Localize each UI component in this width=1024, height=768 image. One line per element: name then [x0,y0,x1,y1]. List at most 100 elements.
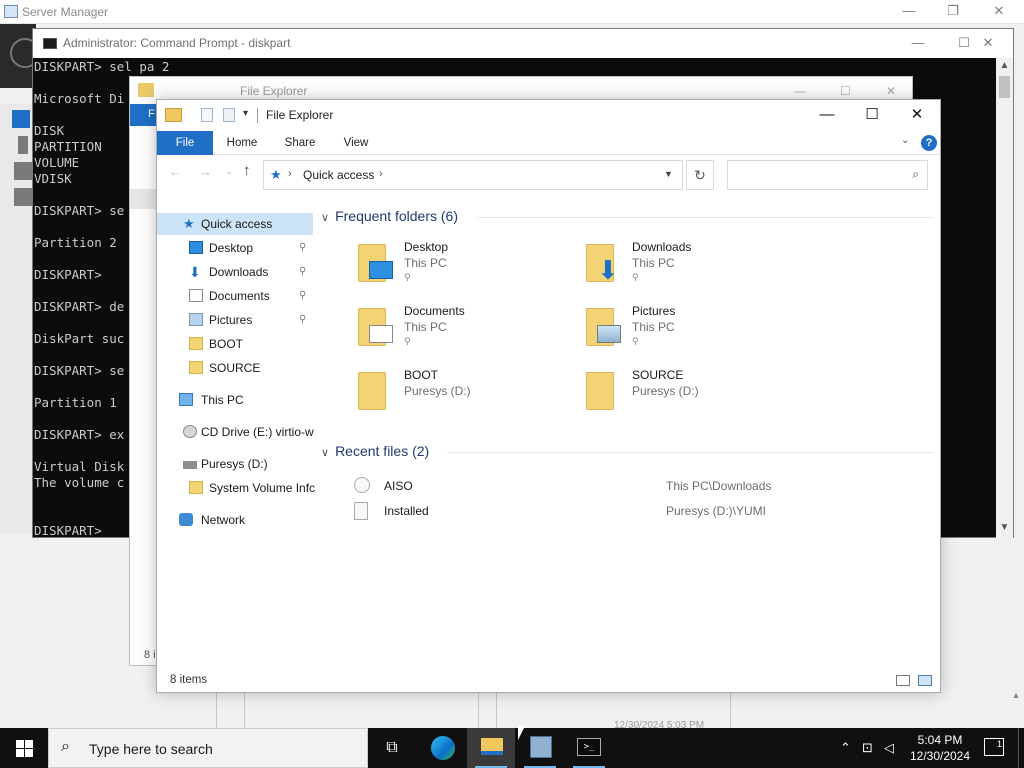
cmd-close-button[interactable]: ✕ [965,29,1011,58]
sm-minimize-button[interactable]: — [886,0,932,24]
breadcrumb-chevron-icon[interactable]: › [379,168,383,180]
text-file-icon [354,502,368,520]
recent-file-row[interactable]: AISO This PC\Downloads [354,474,914,498]
ghost-title: File Explorer [240,84,308,98]
customize-qat-icon[interactable]: ▾ [243,108,248,119]
explorer-titlebar[interactable]: ▾ File Explorer — ☐ ✕ [157,100,940,130]
breadcrumb-chevron-icon[interactable]: › [288,168,292,180]
scroll-thumb[interactable] [999,76,1010,98]
sm-local-server-icon[interactable] [18,136,28,154]
folder-location: This PC [404,320,447,334]
recent-locations-button[interactable]: ⌄ [225,166,233,177]
sm-file-services-icon[interactable] [14,188,32,206]
pin-icon[interactable]: ⚲ [299,285,306,307]
nav-item[interactable]: Pictures ⚲ [157,309,313,331]
clock[interactable]: 5:04 PM 12/30/2024 [906,732,974,764]
nav-item[interactable]: ★ Quick access [157,213,313,235]
column-divider [496,692,497,728]
new-folder-icon[interactable] [223,108,235,122]
tab-share[interactable]: Share [271,131,329,155]
scroll-down-arrow[interactable]: ▼ [996,522,1013,533]
nav-item[interactable]: Documents ⚲ [157,285,313,307]
nav-item[interactable]: BOOT [157,333,313,355]
pin-icon[interactable]: ⚲ [632,272,639,283]
pin-icon[interactable]: ⚲ [299,237,306,259]
sm-close-button[interactable]: ✕ [976,0,1022,24]
folder-tile[interactable]: ⬇ Downloads This PC ⚲ [586,240,806,296]
nav-item-label: Puresys (D:) [201,457,268,471]
pin-icon[interactable]: ⚲ [632,336,639,347]
details-view-icon[interactable] [896,675,910,686]
folder-name: Desktop [404,240,449,254]
show-desktop-button[interactable] [1018,728,1024,768]
ghost-maximize-button[interactable]: ☐ [840,84,851,98]
folder-tile[interactable]: BOOT Puresys (D:) [358,368,578,424]
large-icons-view-icon[interactable] [918,675,932,686]
scroll-up-arrow[interactable]: ▲ [996,60,1013,71]
notification-center-icon[interactable]: 1 [984,738,1004,756]
folder-tile[interactable]: Documents This PC ⚲ [358,304,578,360]
ghost-close-button[interactable]: ✕ [886,84,896,98]
sm-maximize-button[interactable]: ❐ [930,0,976,24]
folder-tile[interactable]: SOURCE Puresys (D:) [586,368,806,424]
start-button[interactable] [0,728,48,768]
breadcrumb-quick-access[interactable]: Quick access [303,168,374,182]
network-icon[interactable]: ⊡ [862,740,873,756]
address-bar[interactable]: ★ › Quick access › ▼ [263,160,683,190]
folder-tile[interactable]: Desktop This PC ⚲ [358,240,578,296]
folder-tile[interactable]: Pictures This PC ⚲ [586,304,806,360]
taskbar: ⌕ Type here to search ⧉ >_ ⌃ ⊡ ◁ 5:04 PM… [0,728,1024,768]
cmd-titlebar[interactable]: Administrator: Command Prompt - diskpart… [33,29,1013,58]
tab-file[interactable]: File [157,131,213,155]
folder-icon [586,308,621,346]
task-view-button[interactable]: ⧉ [368,728,416,768]
refresh-button[interactable]: ↻ [686,160,714,190]
chevron-down-icon[interactable]: ∨ [321,212,329,224]
nav-item[interactable]: System Volume Infc [157,477,315,499]
nav-item[interactable]: Desktop ⚲ [157,237,313,259]
tab-view[interactable]: View [329,131,383,155]
nav-item[interactable]: ⬇ Downloads ⚲ [157,261,313,283]
back-button[interactable]: ← [169,164,182,179]
nav-item[interactable]: SOURCE [157,357,313,379]
close-button[interactable]: ✕ [894,100,940,130]
up-button[interactable]: ↑ [243,162,251,179]
address-dropdown-icon[interactable]: ▼ [664,169,673,179]
file-explorer-window[interactable]: ▾ File Explorer — ☐ ✕ File Home Share Vi… [156,99,941,693]
ghost-file-tab[interactable]: F [130,104,156,126]
help-icon[interactable]: ? [921,135,937,151]
recent-files-header[interactable]: ∨ Recent files (2) [321,443,429,459]
pin-icon[interactable]: ⚲ [299,261,306,283]
cmd-minimize-button[interactable]: — [895,29,941,58]
nav-item[interactable]: Network [157,509,313,531]
command-prompt-taskbar-button[interactable]: >_ [565,728,613,768]
taskbar-search-box[interactable]: ⌕ Type here to search [48,728,368,768]
edge-taskbar-button[interactable] [418,728,466,768]
nav-item[interactable]: This PC [157,389,313,411]
chevron-up-icon[interactable]: ⌃ [840,740,851,756]
volume-muted-icon[interactable]: ◁ [884,740,894,756]
sm-scrollbar[interactable]: ▲ [1008,690,1024,728]
recent-file-row[interactable]: Installed Puresys (D:)\YUMI [354,499,914,523]
nav-item[interactable]: CD Drive (E:) virtio-w [157,421,314,443]
status-bar: 8 items [157,670,940,692]
search-input[interactable]: ⌕ [727,160,928,190]
ghost-minimize-button[interactable]: — [794,84,806,98]
frequent-folders-header[interactable]: ∨ Frequent folders (6) [321,208,458,224]
cmd-scrollbar[interactable]: ▲ ▼ [996,58,1013,538]
ribbon-tabs: File Home Share View ⌄ ? [157,131,940,155]
chevron-down-icon[interactable]: ∨ [321,447,329,459]
forward-button[interactable]: → [199,164,212,179]
sm-all-servers-icon[interactable] [14,162,32,180]
nav-item[interactable]: Puresys (D:) [157,453,313,475]
pin-icon[interactable]: ⚲ [299,309,306,331]
maximize-button[interactable]: ☐ [849,100,895,130]
properties-icon[interactable] [201,108,213,122]
file-explorer-taskbar-button[interactable] [467,728,515,768]
pin-icon[interactable]: ⚲ [404,336,411,347]
minimize-button[interactable]: — [804,100,850,130]
tab-home[interactable]: Home [213,131,271,155]
expand-ribbon-icon[interactable]: ⌄ [901,135,909,146]
pin-icon[interactable]: ⚲ [404,272,411,283]
sm-dashboard-icon[interactable] [12,110,30,128]
